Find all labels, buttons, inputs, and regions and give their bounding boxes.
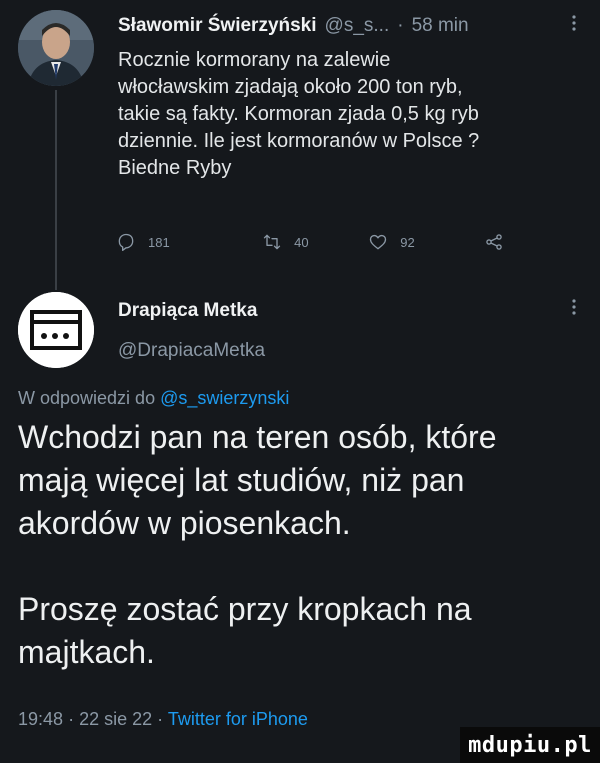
reply-client-link[interactable]: Twitter for iPhone — [168, 709, 308, 729]
reply-date[interactable]: 22 sie 22 — [79, 709, 152, 729]
like-count: 92 — [400, 234, 415, 250]
reply-text: Wchodzi pan na teren osób, które mają wi… — [18, 419, 497, 670]
tweet-actions: 181 40 92 — [116, 226, 516, 258]
author-name[interactable]: Sławomir Świerzyński — [118, 15, 317, 37]
reply-author-name[interactable]: Drapiąca Metka — [118, 300, 257, 322]
thread-connector — [55, 90, 57, 290]
share-icon — [486, 234, 502, 250]
reply-count: 181 — [148, 234, 170, 250]
meta-separator: · — [68, 709, 75, 729]
meta-separator: · — [157, 709, 164, 729]
header-separator: · — [397, 15, 404, 36]
tweet-time[interactable]: 58 min — [412, 15, 469, 37]
reply-icon — [118, 233, 134, 251]
reply-button[interactable]: 181 — [116, 232, 222, 252]
reply-author-avatar[interactable] — [18, 292, 94, 368]
more-vertical-icon[interactable] — [566, 298, 582, 322]
author-avatar[interactable] — [18, 10, 94, 86]
tweet-header: Sławomir Świerzyński @s_s... · 58 min — [118, 15, 580, 43]
more-vertical-icon[interactable] — [566, 14, 582, 38]
label-icon — [18, 292, 94, 368]
reply-context-prefix: W odpowiedzi do — [18, 388, 161, 408]
retweet-count: 40 — [294, 234, 309, 250]
heart-icon — [370, 234, 387, 250]
reply-mention-link[interactable]: @s_swierzynski — [160, 388, 289, 408]
like-button[interactable]: 92 — [368, 232, 484, 252]
original-tweet: Sławomir Świerzyński @s_s... · 58 min Ro… — [0, 0, 600, 290]
retweet-icon — [263, 234, 281, 250]
reply-author-handle[interactable]: @DrapiacaMetka — [118, 340, 265, 362]
reply-time[interactable]: 19:48 — [18, 709, 63, 729]
retweet-button[interactable]: 40 — [262, 232, 368, 252]
tweet-text: Rocznie kormorany na zalewie włocławskim… — [118, 49, 480, 179]
share-button[interactable] — [484, 232, 516, 252]
reply-context: W odpowiedzi do @s_swierzynski — [18, 388, 289, 409]
site-watermark: mdupiu.pl — [460, 727, 600, 763]
author-handle[interactable]: @s_s... — [325, 15, 390, 37]
reply-meta: 19:48 · 22 sie 22 · Twitter for iPhone — [18, 709, 308, 730]
